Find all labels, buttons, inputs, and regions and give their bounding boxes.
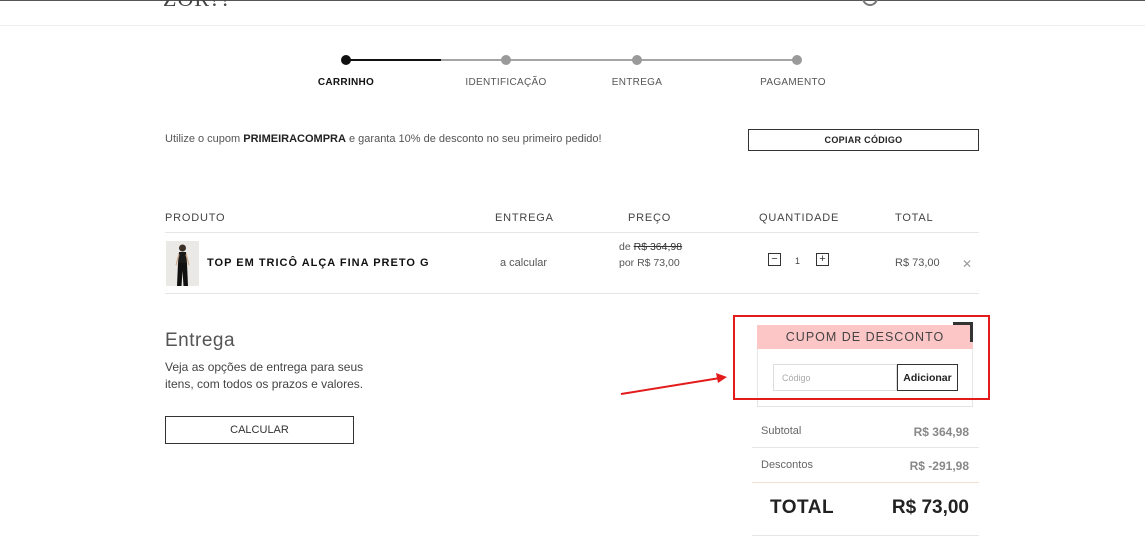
product-thumbnail[interactable] <box>166 241 199 286</box>
quantity-value: 1 <box>795 256 801 266</box>
delivery-title: Entrega <box>165 330 236 351</box>
product-name[interactable]: TOP EM TRICÔ ALÇA FINA PRETO G <box>207 257 430 269</box>
col-header-preco: PREÇO <box>628 212 672 224</box>
col-header-entrega: ENTREGA <box>495 212 554 224</box>
step-label-carrinho: CARRINHO <box>317 77 375 88</box>
subtotal-label: Subtotal <box>761 425 802 437</box>
delivery-description: Veja as opções de entrega para seus iten… <box>165 360 364 391</box>
total-value: R$ 73,00 <box>891 497 969 518</box>
step-dot-entrega <box>632 55 642 65</box>
product-total: R$ 73,00 <box>895 257 940 269</box>
promo-suffix: e garanta 10% de desconto no seu primeir… <box>349 133 602 145</box>
step-dot-pagamento <box>792 55 802 65</box>
annotation-arrow-icon <box>620 373 727 395</box>
col-header-total: TOTAL <box>895 212 934 224</box>
quantity-decrease-button[interactable]: − <box>768 253 781 266</box>
price-old-prefix: de <box>619 241 631 253</box>
quantity-increase-button[interactable]: + <box>816 253 829 266</box>
product-price-old: de R$ 364,98 <box>619 241 682 253</box>
step-dot-identificacao <box>501 55 511 65</box>
highlight-frame <box>733 315 990 400</box>
promo-code: PRIMEIRACOMPRA <box>243 133 346 145</box>
step-label-identificacao: IDENTIFICAÇÃO <box>465 77 547 88</box>
product-photo <box>166 241 199 286</box>
subtotal-value: R$ 364,98 <box>913 425 969 439</box>
stepper-line <box>441 59 797 61</box>
product-shipping: a calcular <box>500 257 548 269</box>
col-header-quantidade: QUANTIDADE <box>759 212 840 224</box>
calculate-shipping-button[interactable]: CALCULAR <box>165 416 354 444</box>
promo-prefix: Utilize o cupom <box>165 133 241 145</box>
summary-divider <box>752 447 979 448</box>
step-label-pagamento: PAGAMENTO <box>760 77 826 88</box>
row-divider <box>165 293 979 294</box>
table-divider <box>165 232 979 233</box>
summary-divider <box>752 482 979 483</box>
minus-icon: − <box>771 253 778 265</box>
plus-icon: + <box>819 253 826 265</box>
promo-message: Utilize o cupom PRIMEIRACOMPRA e garanta… <box>165 133 602 145</box>
step-dot-carrinho <box>341 55 351 65</box>
close-icon[interactable]: ✕ <box>962 257 972 271</box>
col-header-produto: PRODUTO <box>165 212 226 224</box>
discount-value: R$ -291,98 <box>909 459 969 473</box>
product-price-new: por R$ 73,00 <box>619 257 680 269</box>
copy-code-button[interactable]: COPIAR CÓDIGO <box>748 129 979 151</box>
step-label-entrega: ENTREGA <box>611 77 663 88</box>
summary-divider <box>752 535 979 536</box>
store-logo[interactable]: ZOR?? <box>163 0 232 12</box>
price-old-value: R$ 364,98 <box>633 241 683 253</box>
total-label: TOTAL <box>770 497 835 518</box>
stepper-line-active <box>346 59 441 61</box>
discount-label: Descontos <box>761 459 813 471</box>
